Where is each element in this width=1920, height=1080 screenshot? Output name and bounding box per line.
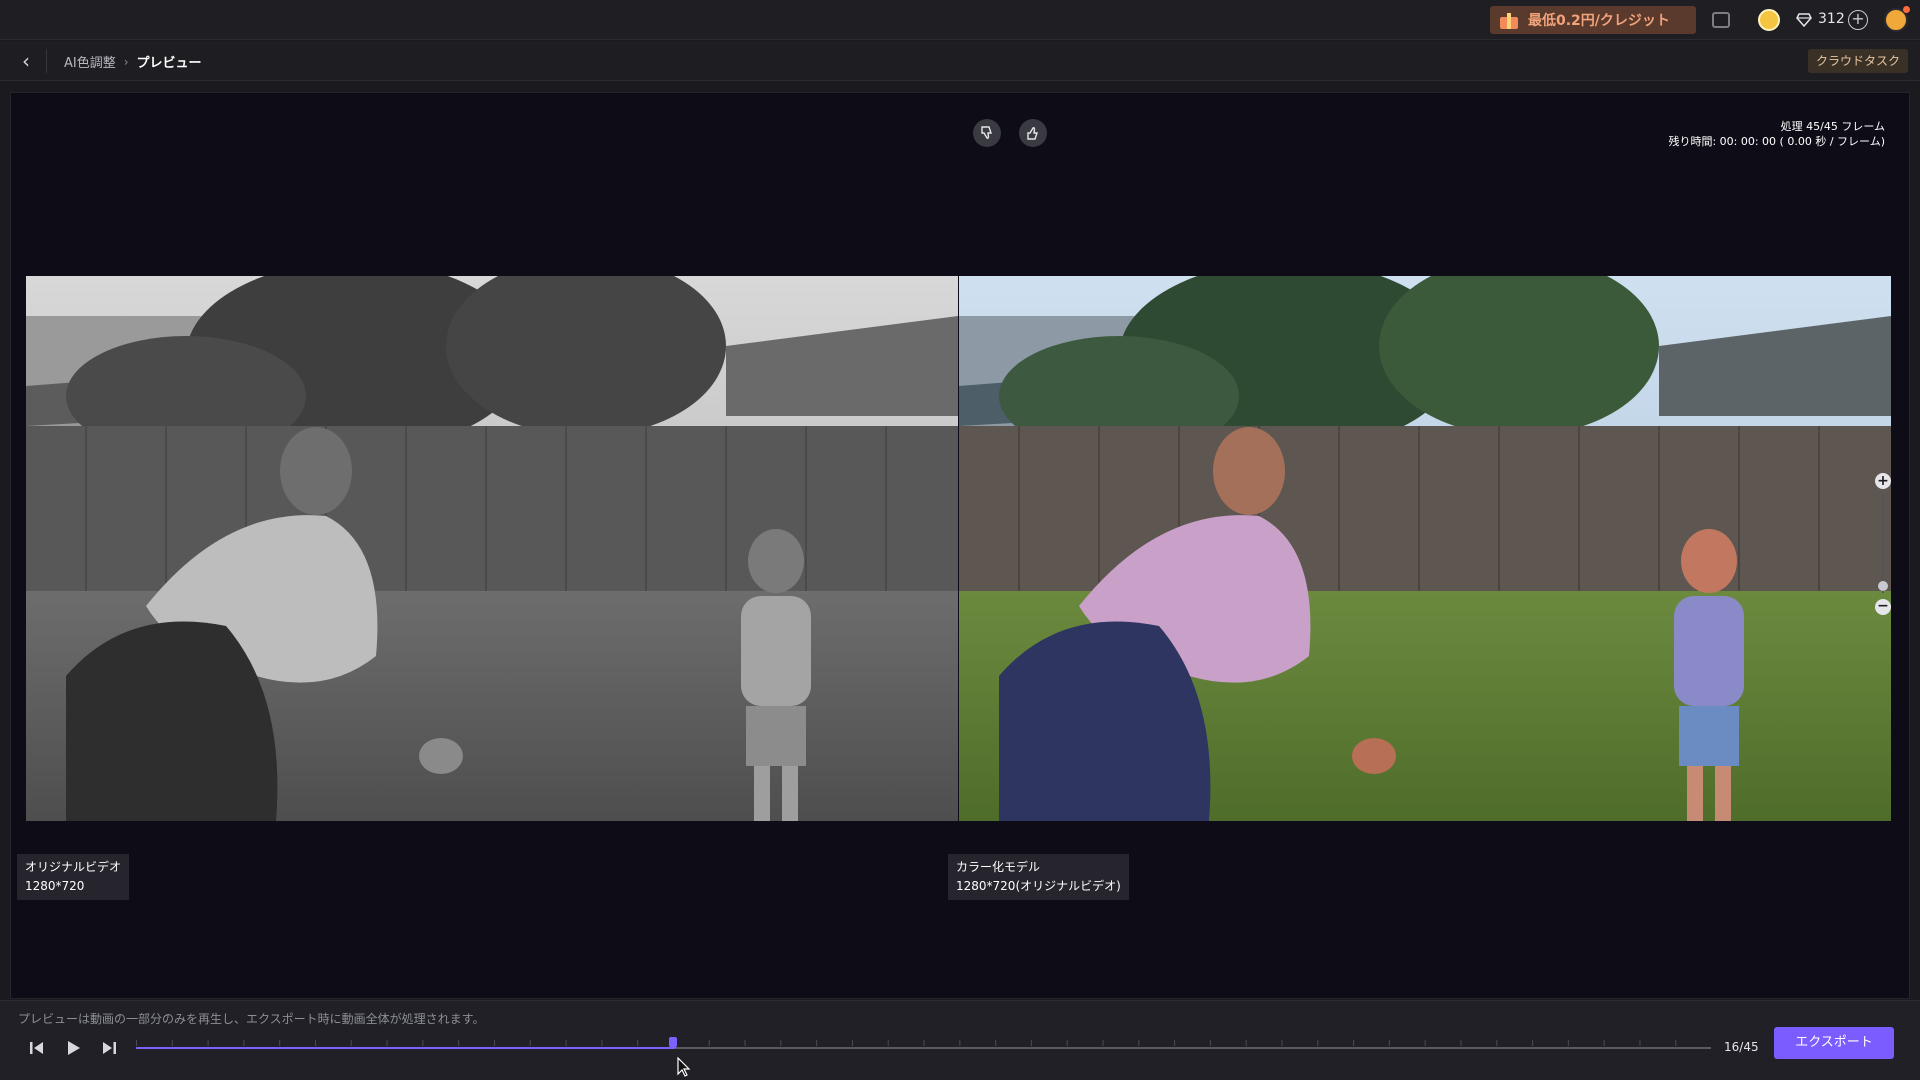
add-credits-icon[interactable]: + xyxy=(1848,10,1868,30)
credit-count: 312 xyxy=(1818,11,1845,27)
back-icon[interactable]: ‹ xyxy=(16,51,36,71)
breadcrumb-preview: プレビュー xyxy=(136,56,202,71)
timeline-playhead[interactable] xyxy=(669,1037,677,1049)
original-video-frame xyxy=(26,276,958,821)
timeline-progress xyxy=(136,1047,673,1049)
next-frame-icon[interactable] xyxy=(98,1037,120,1059)
gift-icon xyxy=(1498,11,1520,29)
frame-counter: 16/45 xyxy=(1724,1040,1759,1054)
avatar[interactable] xyxy=(1884,6,1910,32)
gem-icon xyxy=(1796,12,1812,28)
zoom-out-icon[interactable]: − xyxy=(1875,599,1891,615)
promo-banner[interactable]: 最低0.2円/クレジット xyxy=(1490,6,1696,34)
play-icon[interactable] xyxy=(62,1037,84,1059)
coin-icon[interactable] xyxy=(1758,9,1780,31)
chevron-right-icon: › xyxy=(123,54,129,69)
colorized-video-frame xyxy=(959,276,1891,821)
original-video-label: オリジナルビデオ 1280*720 xyxy=(17,854,130,900)
original-video-resolution: 1280*720 xyxy=(25,879,85,893)
remaining-time: 残り時間: 00: 00: 00 ( 0.00 秒 / フレーム) xyxy=(1668,135,1885,148)
top-bar: 最低0.2円/クレジット 312 + xyxy=(0,0,1920,40)
export-button[interactable]: エクスポート xyxy=(1774,1027,1894,1059)
nav-bar: ‹ AI色調整 › プレビュー クラウドタスク xyxy=(0,41,1920,81)
colorized-model-label: カラー化モデル 1280*720(オリジナルビデオ) xyxy=(948,854,1129,900)
processing-info: 処理 45/45 フレーム 残り時間: 00: 00: 00 ( 0.00 秒 … xyxy=(1668,119,1885,149)
zoom-slider-handle[interactable] xyxy=(1878,581,1888,591)
zoom-in-icon[interactable]: + xyxy=(1875,473,1891,489)
mouse-cursor-icon xyxy=(677,1057,691,1077)
previous-frame-icon[interactable] xyxy=(26,1037,48,1059)
cloud-task-button[interactable]: クラウドタスク xyxy=(1808,49,1908,73)
player-controls: プレビューは動画の一部分のみを再生し、エクスポート時に動画全体が処理されます。 … xyxy=(0,1000,1920,1080)
zoom-slider-track[interactable] xyxy=(1882,493,1884,593)
message-icon[interactable] xyxy=(1712,12,1730,28)
colorized-model-resolution: 1280*720(オリジナルビデオ) xyxy=(956,879,1121,893)
colorized-model-title: カラー化モデル xyxy=(956,860,1041,874)
nav-divider xyxy=(46,49,47,73)
breadcrumb-ai-color[interactable]: AI色調整 xyxy=(64,52,116,71)
thumbs-up-icon[interactable] xyxy=(1019,119,1047,147)
promo-label: 最低0.2円/クレジット xyxy=(1528,13,1670,29)
original-video-title: オリジナルビデオ xyxy=(25,860,122,874)
thumbs-down-icon[interactable] xyxy=(973,119,1001,147)
timeline-ticks xyxy=(136,1040,1711,1046)
timeline-track[interactable] xyxy=(136,1037,1711,1077)
preview-notice: プレビューは動画の一部分のみを再生し、エクスポート時に動画全体が処理されます。 xyxy=(18,1012,485,1026)
zoom-control: + − xyxy=(1873,473,1893,623)
processing-frames: 処理 45/45 フレーム xyxy=(1780,120,1885,133)
breadcrumb: AI色調整 › プレビュー xyxy=(64,52,202,72)
